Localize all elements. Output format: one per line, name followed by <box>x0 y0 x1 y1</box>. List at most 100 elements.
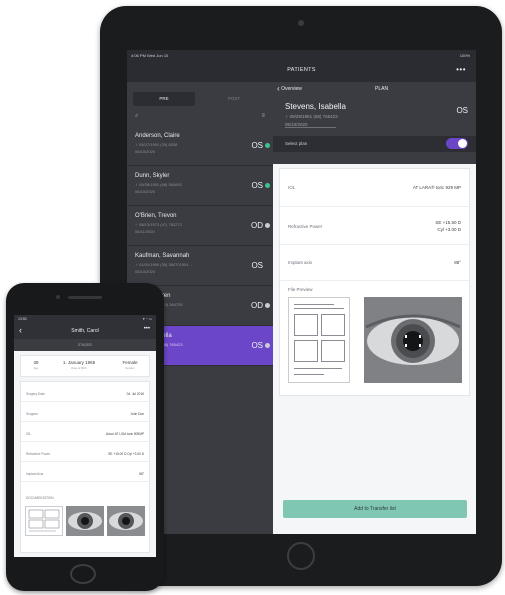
status-bar: 4:06 PM Wed Jun 10 100% <box>127 50 476 60</box>
implant-axis-label: Implant axis <box>288 260 313 265</box>
tab-plan[interactable]: PLAN <box>375 86 388 92</box>
filter-icon[interactable]: ≡ <box>261 113 265 119</box>
camera <box>56 295 60 299</box>
list-item[interactable]: Dunn, Skyler ♀ 09/28/1951 (68) 560692 06… <box>127 166 273 206</box>
patient-meta: ♀ 05/27/1991 (29) 8338 <box>135 142 178 147</box>
status-bar: 13:50 ▾ ◔ ▭ <box>14 315 156 323</box>
row-value: Alcon AT LISA toric 909MP <box>106 432 144 436</box>
select-plan-toggle[interactable] <box>446 138 468 149</box>
status-time: 4:06 PM Wed Jun 10 <box>131 53 169 58</box>
doc-line <box>294 374 324 375</box>
gender-cell: Female Gender <box>113 360 147 370</box>
gender-label: Gender <box>125 366 135 370</box>
dob-label: Date of Birth <box>71 366 87 370</box>
eye-image-thumbnail[interactable] <box>66 506 104 536</box>
implant-axis-row: Implant Axis 88° <box>21 466 149 482</box>
refractive-power-value: SE +15.50 D Cyl +3.00 D <box>435 220 461 232</box>
row-value: John Doe <box>130 412 144 416</box>
status-time: 13:50 <box>18 317 27 321</box>
eye-image-thumbnail[interactable] <box>107 506 145 536</box>
header-bar: PATIENTS ••• <box>127 60 476 82</box>
age-value: 39 <box>33 360 39 365</box>
list-item[interactable]: O'Brien, Trevon ♂ 08/13/1973 (47) 762272… <box>127 206 273 246</box>
home-button <box>287 542 315 570</box>
eye-label: OD <box>251 301 263 310</box>
detail-header: ‹ Overview PLAN Stevens, Isabella ♀ 09/2… <box>273 82 476 164</box>
doc-figure <box>321 314 345 336</box>
search-icon[interactable]: ⌕ <box>135 113 138 120</box>
gender-value: Female <box>122 360 138 365</box>
eye-label: OD <box>251 221 263 230</box>
patient-meta: ♀ 09/28/1951 (68) 765423 <box>285 114 338 119</box>
patient-info-card: 39 Age 1. January 1965 Date of Birth Fem… <box>20 355 150 377</box>
phone-screen: 13:50 ▾ ◔ ▭ ‹ Smith, Carol ••• STAGED 39… <box>14 315 156 557</box>
patient-meta: ♀ 01/01/1990 (30) 364701904... <box>135 262 192 267</box>
tab-pre[interactable]: PRE <box>133 92 195 106</box>
plan-card: IOL AT LARA® toric 929 MP Refractive Pow… <box>279 168 470 396</box>
patient-name: O'Brien, Trevon <box>135 213 177 219</box>
patient-date: 06/10/2020 <box>135 149 156 154</box>
eye-label: OS <box>251 261 263 270</box>
status-icons: ▾ ◔ ▭ <box>142 317 152 321</box>
iol-row: IOL Alcon AT LISA toric 909MP <box>21 426 149 442</box>
status-check-icon <box>265 183 270 188</box>
search-row: ⌕ ≡ <box>127 112 273 124</box>
document-thumbnail[interactable] <box>25 506 63 536</box>
eye-label: OS <box>456 106 468 115</box>
iol-label: IOL <box>288 185 296 190</box>
eye-label: OS <box>251 181 263 190</box>
patient-meta: ♂ 08/13/1973 (47) 762272 <box>135 222 182 227</box>
more-menu-button[interactable]: ••• <box>144 326 150 332</box>
tab-post[interactable]: POST <box>203 92 265 106</box>
age-label: Age <box>33 366 39 370</box>
stage-tabs: PRE POST <box>127 92 273 106</box>
doc-graphic <box>28 509 60 532</box>
page-title: Smith, Carol <box>71 328 99 334</box>
row-value: SE +15.00 D Cyl +3.00 D <box>108 452 144 456</box>
refractive-power-row: Refractive Power SE +15.00 D Cyl +3.00 D <box>21 446 149 462</box>
patient-detail-panel: ‹ Overview PLAN Stevens, Isabella ♀ 09/2… <box>273 82 476 534</box>
patient-name: Anderson, Claire <box>135 133 180 139</box>
eye-label: OS <box>251 341 263 350</box>
status-icon <box>265 343 270 348</box>
back-button[interactable]: ‹ Overview <box>277 84 302 93</box>
doc-figure <box>294 314 318 336</box>
iol-row: IOL AT LARA® toric 929 MP <box>280 169 469 207</box>
refractive-power-label: Refractive Power <box>288 224 323 229</box>
row-value: 88° <box>139 472 144 476</box>
eye-label: OS <box>251 141 263 150</box>
row-label: IOL <box>26 432 32 436</box>
back-label: Overview <box>281 85 302 92</box>
status-icon <box>265 223 270 228</box>
eye-image[interactable] <box>364 297 462 383</box>
select-plan-label: Select plan <box>285 141 308 146</box>
phone-nav-bar: ‹ Smith, Carol ••• <box>14 323 156 339</box>
page-title: PATIENTS <box>287 67 316 73</box>
implant-axis-value: 88° <box>454 260 461 265</box>
status-check-icon <box>265 143 270 148</box>
eye-photo-graphic <box>364 297 462 383</box>
row-label: Implant Axis <box>26 472 44 476</box>
list-item[interactable]: Anderson, Claire ♀ 05/27/1991 (29) 8338 … <box>127 126 273 166</box>
dob-value: 1. January 1965 <box>62 360 96 365</box>
doc-figure <box>294 340 318 362</box>
patient-date: 06/10/2020 <box>135 269 156 274</box>
more-menu-button[interactable]: ••• <box>456 65 466 74</box>
tablet-screen: 4:06 PM Wed Jun 10 100% PATIENTS ••• PRE… <box>127 50 476 534</box>
patient-meta: ♀ 09/28/1951 (68) 560692 <box>135 182 182 187</box>
doc-line <box>294 308 344 309</box>
doc-line <box>294 304 334 305</box>
doc-figure <box>321 340 345 362</box>
refractive-power-row: Refractive Power SE +15.50 D Cyl +3.00 D <box>280 207 469 245</box>
battery-indicator: 100% <box>459 53 470 58</box>
age-cell: 39 Age <box>25 360 47 370</box>
document-thumbnail[interactable] <box>288 297 350 383</box>
eye-photo-graphic <box>66 506 104 536</box>
list-item[interactable]: Kaufman, Savannah ♀ 01/01/1990 (30) 3647… <box>127 246 273 286</box>
home-button <box>70 564 96 584</box>
chevron-left-icon: ‹ <box>277 84 280 93</box>
file-preview-label: File Preview <box>288 287 313 292</box>
add-to-transfer-list-button[interactable]: Add to Transfer list <box>283 500 467 518</box>
patient-name-heading: Stevens, Isabella <box>285 102 346 111</box>
doc-line <box>294 368 342 369</box>
